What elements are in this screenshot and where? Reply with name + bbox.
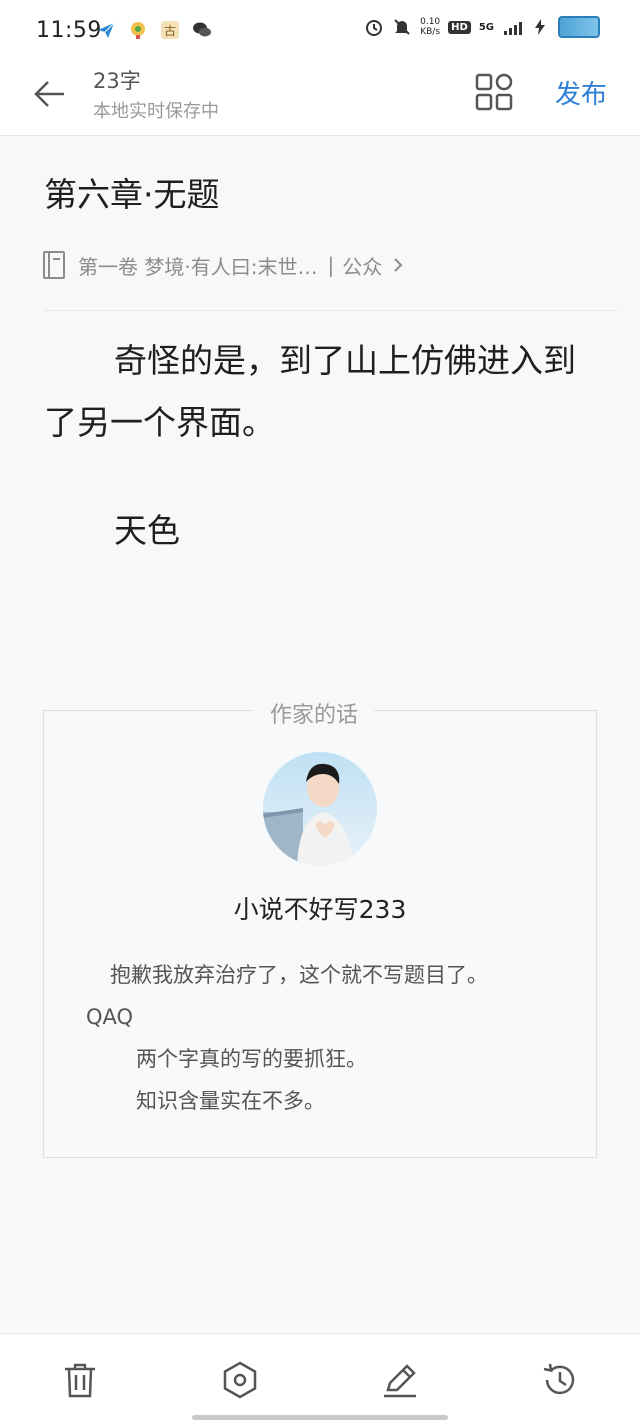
note-line: 两个字真的写的要抓狂。 <box>136 1047 367 1071</box>
volume-type: 公众 <box>342 254 383 279</box>
status-bar: 11:59 古 0.10 KB/s HD 5G <box>0 0 640 62</box>
author-note-heading: 作家的话 <box>254 697 375 729</box>
back-arrow-icon[interactable] <box>30 74 70 114</box>
body-paragraph: 奇怪的是，到了山上仿佛进入到了另一个界面。 <box>44 341 576 442</box>
bottom-toolbar <box>0 1333 640 1423</box>
author-name: 小说不好写233 <box>233 895 407 924</box>
mute-icon <box>394 19 410 35</box>
note-line: 抱歉我放弃治疗了，这个就不写题目了。 QAQ <box>86 963 488 1029</box>
body-paragraph: 天色 <box>114 511 180 550</box>
chevron-right-icon <box>394 258 403 272</box>
chapter-title-input[interactable]: 第六章·无题 <box>44 168 220 216</box>
battery-icon <box>558 16 600 38</box>
hd-badge: HD <box>448 20 471 34</box>
status-notification-icons: 古 <box>96 20 212 40</box>
publish-button[interactable]: 发布 <box>555 74 607 111</box>
net-speed: 0.10 KB/s <box>420 17 440 37</box>
svg-text:古: 古 <box>164 23 176 38</box>
author-note-text: 抱歉我放弃治疗了，这个就不写题目了。 QAQ 两个字真的写的要抓狂。 知识含量实… <box>86 954 526 1122</box>
gu-icon: 古 <box>161 21 179 39</box>
grid-menu-icon[interactable] <box>474 72 514 112</box>
edit-pencil-icon[interactable] <box>380 1360 420 1400</box>
book-icon <box>43 251 65 279</box>
home-indicator[interactable] <box>192 1415 448 1420</box>
editor-screen: 11:59 古 0.10 KB/s HD 5G 23字 本地实时保存中 发布 第… <box>0 0 640 1423</box>
net-speed-unit: KB/s <box>420 27 441 37</box>
app-icon <box>131 22 145 39</box>
chapter-body-editor[interactable]: 奇怪的是，到了山上仿佛进入到了另一个界面。 天色 <box>44 330 604 562</box>
volume-name: 第一卷 梦境·有人曰:末世… <box>78 254 318 279</box>
note-line: 知识含量实在不多。 <box>136 1089 325 1113</box>
status-system-icons: 0.10 KB/s HD 5G <box>364 16 600 38</box>
signal-icon <box>504 22 522 35</box>
net-speed-value: 0.10 <box>420 17 441 27</box>
charging-icon <box>535 19 545 35</box>
network-type: 5G <box>478 21 494 33</box>
alarm-icon <box>366 20 383 36</box>
top-app-bar: 23字 本地实时保存中 发布 <box>0 62 640 136</box>
author-avatar[interactable] <box>263 752 377 866</box>
volume-separator: | <box>327 253 335 277</box>
hexagon-settings-icon[interactable] <box>220 1360 260 1400</box>
volume-selector[interactable]: 第一卷 梦境·有人曰:末世… | 公众 <box>42 247 406 283</box>
status-time: 11:59 <box>36 18 102 43</box>
wechat-icon <box>193 22 211 37</box>
title-divider <box>44 310 618 311</box>
word-count: 23字 <box>93 69 141 93</box>
save-status: 本地实时保存中 <box>93 101 219 122</box>
paper-plane-icon <box>98 22 115 38</box>
history-icon[interactable] <box>540 1360 580 1400</box>
trash-icon[interactable] <box>60 1360 100 1400</box>
